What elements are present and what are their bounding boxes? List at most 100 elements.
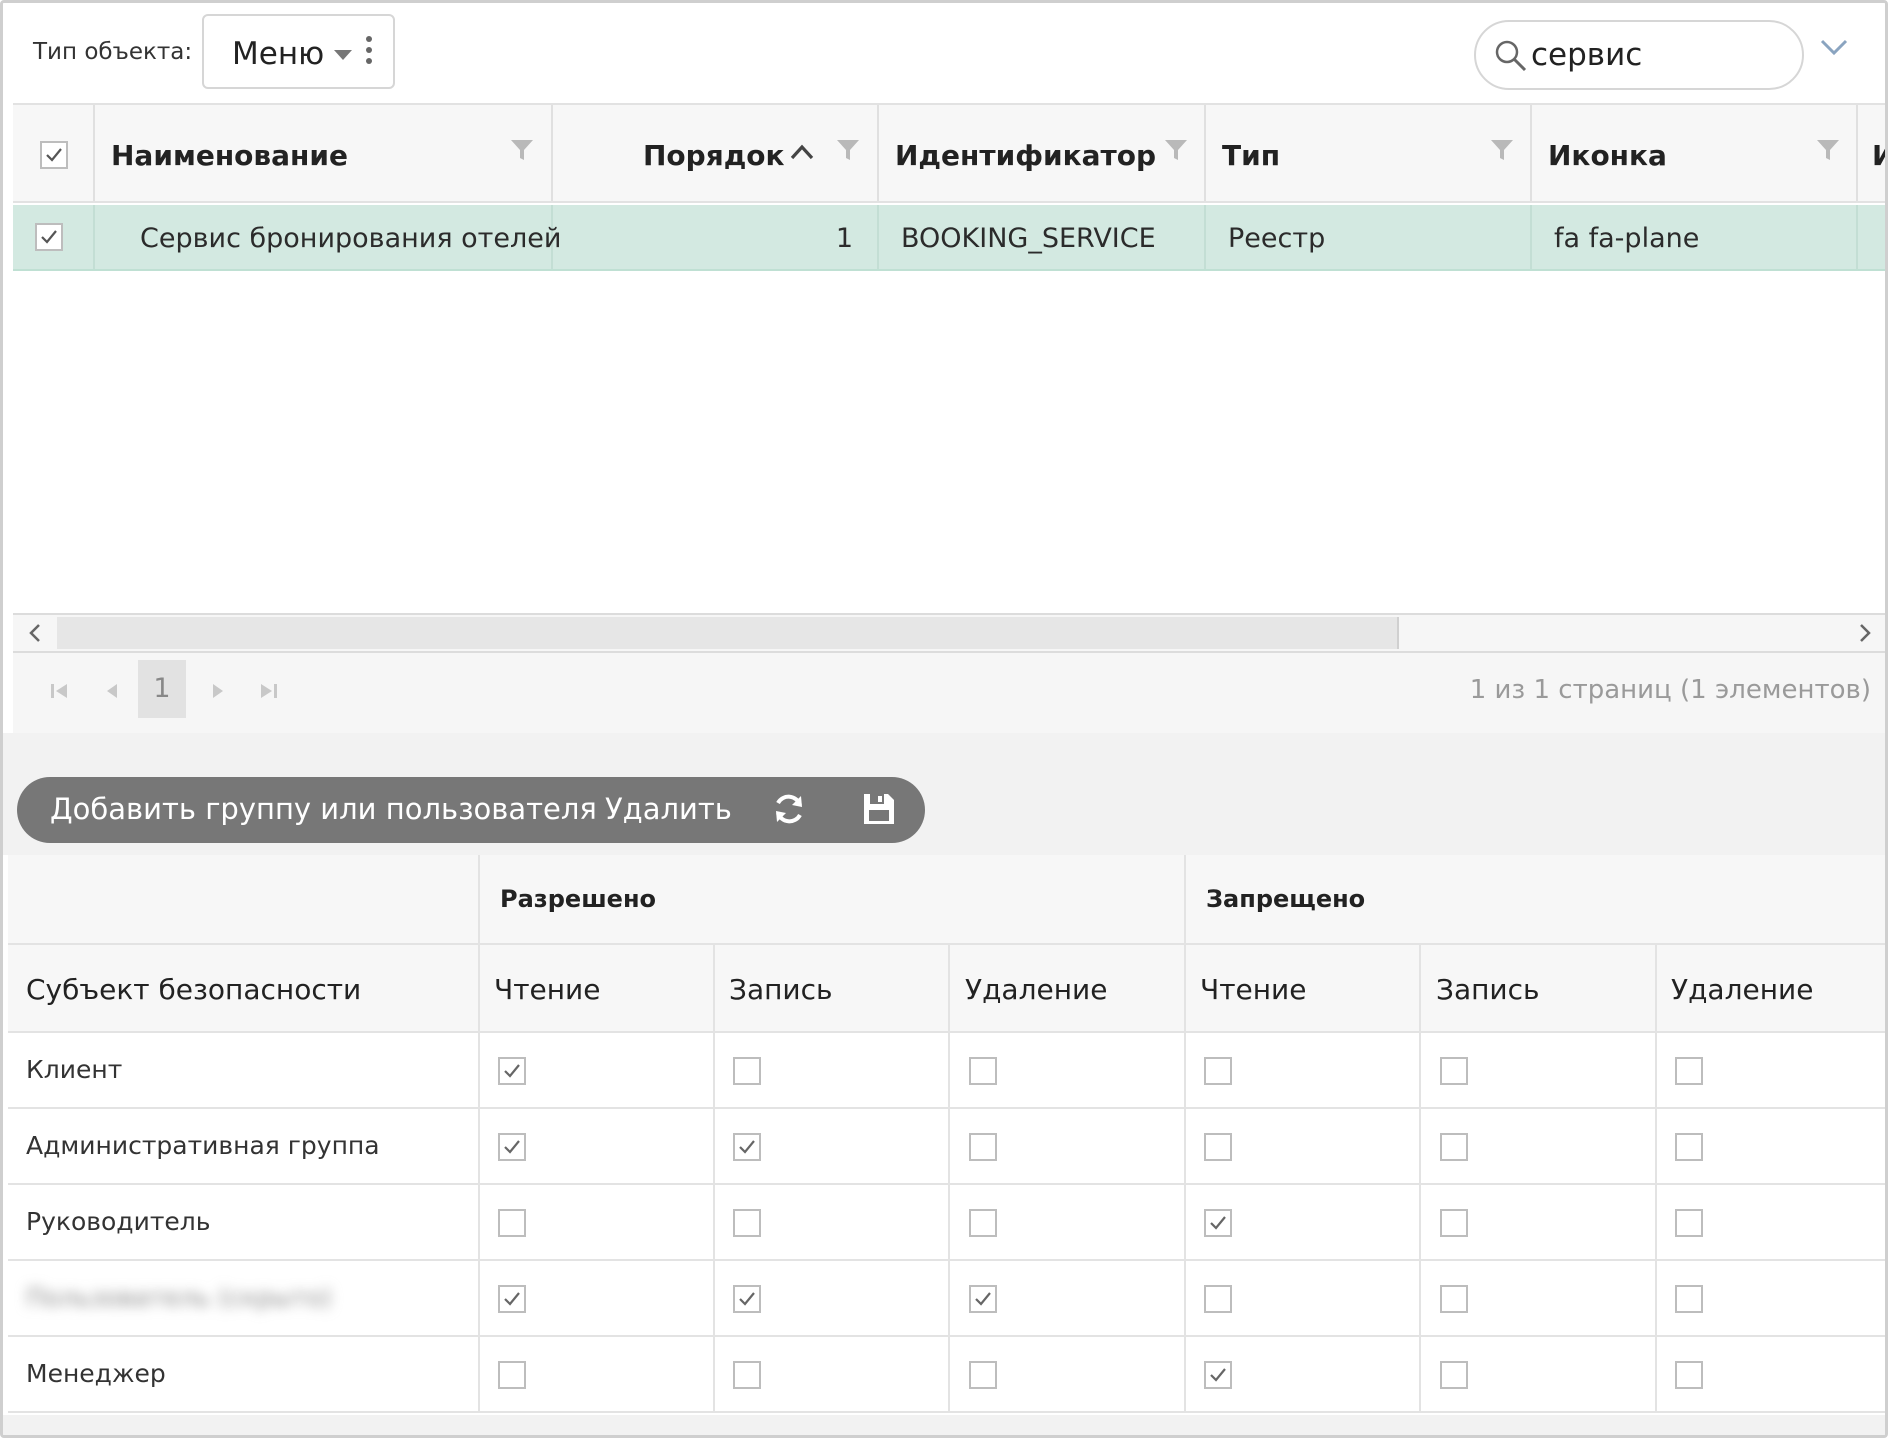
permission-checkbox-allowed-write[interactable] xyxy=(733,1209,761,1237)
column-header-identifier[interactable]: Идентификатор xyxy=(879,105,1206,201)
sort-ascending-icon[interactable] xyxy=(789,143,815,161)
last-page-icon[interactable] xyxy=(255,677,283,705)
permission-checkbox-denied-read[interactable] xyxy=(1204,1285,1232,1313)
column-header-allowed-write: Запись xyxy=(715,945,950,1031)
permission-checkbox-allowed-write[interactable] xyxy=(733,1361,761,1389)
kebab-menu-icon[interactable] xyxy=(366,36,372,69)
subject-name: Клиент xyxy=(26,1055,123,1084)
permission-checkbox-allowed-read[interactable] xyxy=(498,1057,526,1085)
cell-icon: fa fa-plane xyxy=(1532,205,1858,269)
search-icon xyxy=(1495,40,1527,72)
column-header-order[interactable]: Порядок xyxy=(553,105,879,201)
permission-checkbox-allowed-write[interactable] xyxy=(733,1133,761,1161)
add-group-or-user-button[interactable]: Добавить группу или пользователя xyxy=(50,792,597,826)
filter-icon[interactable] xyxy=(509,137,535,163)
permission-checkbox-denied-write[interactable] xyxy=(1440,1285,1468,1313)
cell-identifier: BOOKING_SERVICE xyxy=(879,205,1206,269)
permission-checkbox-allowed-delete[interactable] xyxy=(969,1361,997,1389)
table-row[interactable]: Менеджер xyxy=(8,1337,1885,1413)
permission-checkbox-denied-delete[interactable] xyxy=(1675,1209,1703,1237)
permission-checkbox-allowed-read[interactable] xyxy=(498,1285,526,1313)
object-type-select[interactable]: Меню xyxy=(202,14,395,89)
objects-grid: Наименование Порядок Идентификатор Тип И… xyxy=(13,103,1885,733)
column-header-icon[interactable]: Иконка xyxy=(1532,105,1858,201)
subject-cell: Административная группа xyxy=(8,1109,480,1183)
permission-cell-denied-write xyxy=(1422,1109,1657,1183)
horizontal-scrollbar[interactable] xyxy=(13,613,1885,653)
save-icon[interactable] xyxy=(861,791,897,827)
scrollbar-thumb[interactable] xyxy=(57,617,1399,649)
permission-checkbox-allowed-delete[interactable] xyxy=(969,1133,997,1161)
filter-icon[interactable] xyxy=(1815,137,1841,163)
object-type-label: Тип объекта: xyxy=(33,39,193,65)
delete-button[interactable]: Удалить xyxy=(605,792,732,826)
table-row[interactable]: Пользователь (скрыто) xyxy=(8,1261,1885,1337)
previous-page-icon[interactable] xyxy=(99,677,127,705)
row-checkbox[interactable] xyxy=(35,223,63,251)
permission-checkbox-denied-delete[interactable] xyxy=(1675,1361,1703,1389)
column-header-type[interactable]: Тип xyxy=(1206,105,1532,201)
permission-cell-allowed-delete xyxy=(951,1261,1186,1335)
table-row[interactable]: Сервис бронирования отелей 1 BOOKING_SER… xyxy=(13,205,1885,271)
table-row[interactable]: Руководитель xyxy=(8,1185,1885,1261)
scroll-right-icon[interactable] xyxy=(1853,621,1877,645)
permission-checkbox-denied-read[interactable] xyxy=(1204,1361,1232,1389)
permission-cell-denied-write xyxy=(1422,1033,1657,1107)
permission-cell-denied-delete xyxy=(1657,1185,1885,1259)
permission-checkbox-allowed-delete[interactable] xyxy=(969,1057,997,1085)
first-page-icon[interactable] xyxy=(45,677,73,705)
chevron-down-icon[interactable] xyxy=(1819,35,1849,59)
permission-cell-denied-delete xyxy=(1657,1261,1885,1335)
table-row[interactable]: Административная группа xyxy=(8,1109,1885,1185)
permission-cell-denied-write xyxy=(1422,1261,1657,1335)
permission-checkbox-denied-read[interactable] xyxy=(1204,1133,1232,1161)
column-header-denied-write: Запись xyxy=(1422,945,1657,1031)
check-icon xyxy=(46,148,62,162)
current-page-button[interactable]: 1 xyxy=(138,660,186,718)
search-input[interactable] xyxy=(1531,35,1781,75)
refresh-icon[interactable] xyxy=(771,791,807,827)
permission-cell-allowed-write xyxy=(715,1109,950,1183)
column-header-partial[interactable]: И xyxy=(1858,105,1885,201)
table-row[interactable]: Клиент xyxy=(8,1033,1885,1109)
permission-checkbox-denied-delete[interactable] xyxy=(1675,1285,1703,1313)
check-icon xyxy=(504,1292,520,1306)
caret-down-icon[interactable] xyxy=(334,50,352,60)
permission-checkbox-denied-read[interactable] xyxy=(1204,1209,1232,1237)
search-box[interactable] xyxy=(1474,20,1804,90)
permission-checkbox-denied-delete[interactable] xyxy=(1675,1057,1703,1085)
permission-checkbox-allowed-read[interactable] xyxy=(498,1133,526,1161)
filter-icon[interactable] xyxy=(835,137,861,163)
scroll-left-icon[interactable] xyxy=(23,621,47,645)
permission-cell-allowed-delete xyxy=(951,1033,1186,1107)
column-header-name[interactable]: Наименование xyxy=(95,105,553,201)
permission-checkbox-denied-write[interactable] xyxy=(1440,1133,1468,1161)
permission-checkbox-denied-write[interactable] xyxy=(1440,1057,1468,1085)
column-label-denied-delete: Удаление xyxy=(1671,973,1814,1006)
row-select-cell xyxy=(13,205,95,269)
group-denied-label: Запрещено xyxy=(1206,885,1366,913)
permission-checkbox-denied-write[interactable] xyxy=(1440,1209,1468,1237)
permission-cell-denied-write xyxy=(1422,1337,1657,1411)
select-all-checkbox[interactable] xyxy=(40,141,68,169)
cell-order: 1 xyxy=(553,205,879,269)
permission-checkbox-allowed-read[interactable] xyxy=(498,1209,526,1237)
permission-checkbox-denied-read[interactable] xyxy=(1204,1057,1232,1085)
permission-checkbox-denied-write[interactable] xyxy=(1440,1361,1468,1389)
permission-checkbox-allowed-write[interactable] xyxy=(733,1057,761,1085)
check-icon xyxy=(41,230,57,244)
permission-cell-denied-delete xyxy=(1657,1109,1885,1183)
permission-checkbox-denied-delete[interactable] xyxy=(1675,1133,1703,1161)
select-all-cell xyxy=(13,105,95,201)
column-label-type: Тип xyxy=(1222,139,1281,172)
next-page-icon[interactable] xyxy=(203,677,231,705)
filter-icon[interactable] xyxy=(1163,137,1189,163)
filter-icon[interactable] xyxy=(1489,137,1515,163)
check-icon xyxy=(504,1064,520,1078)
permissions-column-header: Субъект безопасности Чтение Запись Удаление… xyxy=(8,945,1885,1033)
permission-checkbox-allowed-read[interactable] xyxy=(498,1361,526,1389)
permission-checkbox-allowed-write[interactable] xyxy=(733,1285,761,1313)
permission-checkbox-allowed-delete[interactable] xyxy=(969,1209,997,1237)
permission-checkbox-allowed-delete[interactable] xyxy=(969,1285,997,1313)
column-label-name: Наименование xyxy=(111,139,348,172)
